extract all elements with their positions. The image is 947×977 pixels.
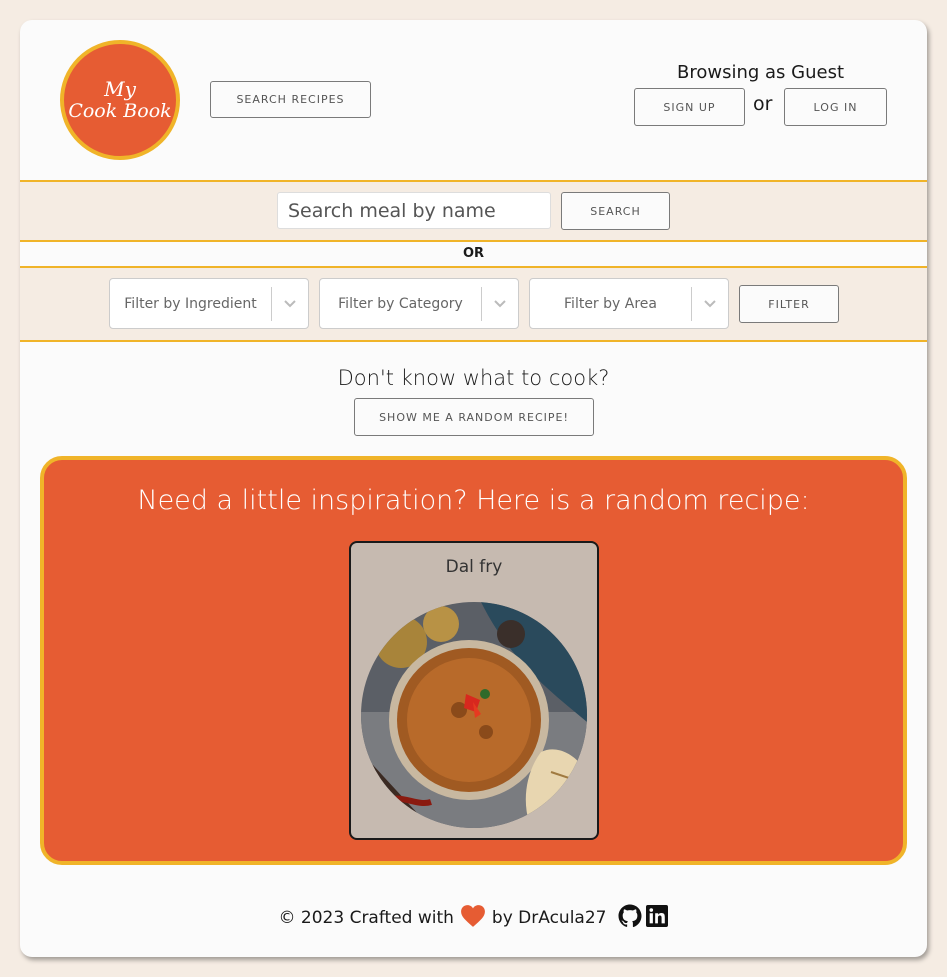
- sign-up-button[interactable]: Sign Up: [634, 88, 745, 126]
- search-recipes-button[interactable]: Search Recipes: [210, 81, 371, 118]
- random-question: Don't know what to cook?: [337, 366, 610, 390]
- category-filter-select[interactable]: Filter by Category: [319, 278, 519, 329]
- ingredient-filter-placeholder: Filter by Ingredient: [124, 295, 257, 312]
- footer-author: by DrAcula27: [491, 908, 607, 928]
- area-filter-placeholder: Filter by Area: [564, 295, 657, 312]
- logo-line-1: My: [104, 76, 136, 101]
- heart-icon: [460, 904, 486, 933]
- random-recipe-button[interactable]: Show me a random recipe!: [354, 398, 594, 436]
- inspiration-title: Need a little inspiration? Here is a ran…: [137, 485, 810, 516]
- category-filter-placeholder: Filter by Category: [338, 295, 463, 312]
- github-icon[interactable]: [618, 904, 642, 933]
- footer: © 2023 Crafted with by DrAcula27: [20, 900, 927, 936]
- guest-status: Browsing as Guest: [676, 62, 845, 83]
- search-input[interactable]: [277, 192, 551, 229]
- recipe-card[interactable]: Dal fry: [349, 541, 599, 840]
- or-divider: OR: [462, 246, 485, 261]
- area-filter-select[interactable]: Filter by Area: [529, 278, 729, 329]
- linkedin-icon[interactable]: [646, 904, 669, 932]
- filter-button[interactable]: Filter: [739, 285, 839, 323]
- chevron-down-icon: [272, 299, 308, 309]
- logo-line-2: Cook Book: [68, 99, 172, 122]
- main-card: My Cook Book Search Recipes Browsing as …: [20, 20, 927, 957]
- footer-copyright: © 2023 Crafted with: [278, 908, 454, 928]
- auth-or-text: or: [753, 93, 773, 115]
- ingredient-filter-select[interactable]: Filter by Ingredient: [109, 278, 309, 329]
- recipe-name: Dal fry: [445, 557, 503, 577]
- search-button[interactable]: Search: [561, 192, 670, 230]
- chevron-down-icon: [482, 299, 518, 309]
- logo[interactable]: My Cook Book: [60, 40, 180, 160]
- recipe-image[interactable]: [361, 602, 587, 828]
- inspiration-panel: Need a little inspiration? Here is a ran…: [40, 456, 907, 865]
- chevron-down-icon: [692, 299, 728, 309]
- log-in-button[interactable]: Log In: [784, 88, 887, 126]
